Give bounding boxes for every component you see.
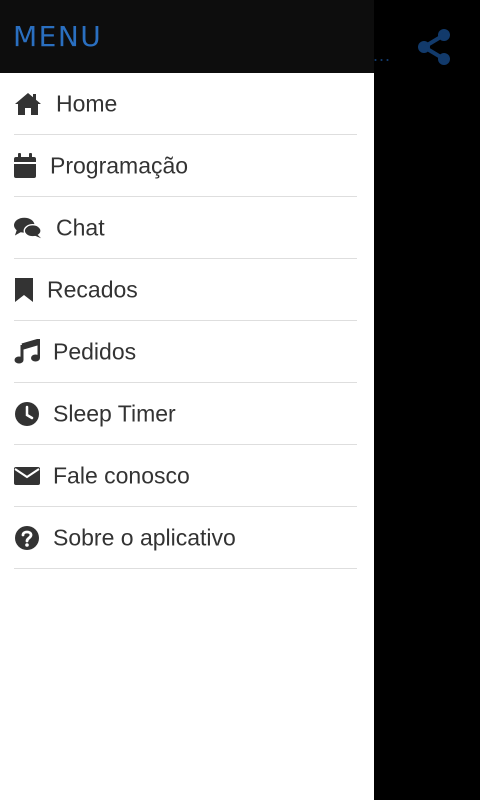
menu-item-fale-conosco[interactable]: Fale conosco (14, 445, 357, 507)
menu-item-label: Recados (47, 276, 138, 302)
menu-item-label: Sobre o aplicativo (53, 524, 236, 550)
bookmark-icon (14, 276, 42, 304)
drawer-header: MENU (0, 0, 374, 73)
question-circle-icon (14, 524, 42, 552)
menu-item-label: Sleep Timer (53, 400, 176, 426)
clock-icon (14, 400, 42, 428)
menu-item-label: Fale conosco (53, 462, 190, 488)
menu-item-label: Pedidos (53, 338, 137, 364)
menu-list: Home Programação Chat Recados Pedidos Sl… (0, 73, 374, 569)
menu-item-programacao[interactable]: Programação (14, 135, 357, 197)
overflow-text: ... (373, 45, 392, 65)
menu-item-recados[interactable]: Recados (14, 259, 357, 321)
menu-item-pedidos[interactable]: Pedidos (14, 321, 357, 383)
home-icon (14, 90, 42, 118)
menu-item-sleep-timer[interactable]: Sleep Timer (14, 383, 357, 445)
menu-item-label: Programação (50, 152, 189, 178)
navigation-drawer: MENU Home Programação Chat Recados Pedid… (0, 0, 374, 800)
menu-item-home[interactable]: Home (14, 73, 357, 135)
menu-title: MENU (13, 20, 103, 53)
menu-item-chat[interactable]: Chat (14, 197, 357, 259)
menu-item-label: Chat (56, 214, 105, 240)
menu-item-label: Home (56, 90, 118, 116)
share-icon[interactable] (416, 28, 452, 66)
envelope-icon (14, 462, 42, 490)
chat-icon (14, 214, 42, 242)
menu-item-sobre[interactable]: Sobre o aplicativo (14, 507, 357, 569)
calendar-icon (14, 152, 42, 180)
music-icon (14, 338, 42, 366)
